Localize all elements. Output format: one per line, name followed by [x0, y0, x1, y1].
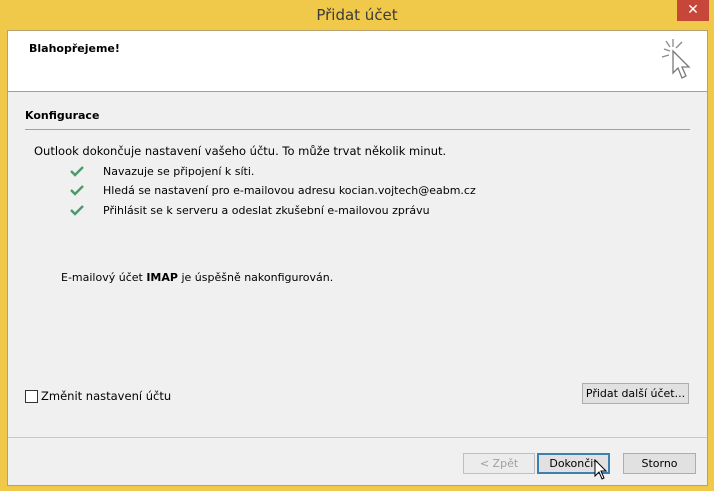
result-protocol: IMAP	[146, 271, 178, 284]
section-title: Konfigurace	[25, 109, 100, 122]
mouse-cursor-icon	[594, 459, 608, 480]
check-icon	[70, 185, 84, 196]
step-label: Navazuje se připojení k síti.	[103, 165, 255, 178]
check-icon	[70, 166, 84, 177]
add-another-account-button[interactable]: Přidat další účet...	[582, 383, 689, 404]
sparkle-cursor-icon	[661, 39, 691, 79]
dialog-window: Přidat účet ✕ Blahopřejeme! Konfigurace …	[0, 0, 714, 491]
title-bar[interactable]: Přidat účet ✕	[0, 0, 714, 30]
back-button[interactable]: < Zpět	[463, 453, 535, 474]
close-button[interactable]: ✕	[677, 0, 709, 21]
step-label: Hledá se nastavení pro e-mailovou adresu…	[103, 184, 476, 197]
change-settings-label[interactable]: Změnit nastavení účtu	[41, 389, 171, 403]
intro-text: Outlook dokončuje nastavení vašeho účtu.…	[34, 144, 447, 158]
close-icon: ✕	[687, 2, 699, 18]
result-suffix: je úspěšně nakonfigurován.	[177, 271, 334, 284]
step-label: Přihlásit se k serveru a odeslat zkušebn…	[103, 204, 430, 217]
section-divider	[25, 129, 690, 130]
check-icon	[70, 205, 84, 216]
footer-divider	[8, 437, 707, 438]
window-title: Přidat účet	[316, 6, 398, 24]
result-message: E-mailový účet IMAP je úspěšně nakonfigu…	[61, 271, 333, 284]
header-panel: Blahopřejeme!	[8, 31, 707, 92]
result-prefix: E-mailový účet	[61, 271, 147, 284]
checkbox-box[interactable]	[25, 390, 38, 403]
header-title: Blahopřejeme!	[29, 42, 120, 55]
dialog-client-area: Blahopřejeme! Konfigurace Outlook dokonč…	[7, 30, 708, 486]
cancel-button[interactable]: Storno	[623, 453, 696, 474]
